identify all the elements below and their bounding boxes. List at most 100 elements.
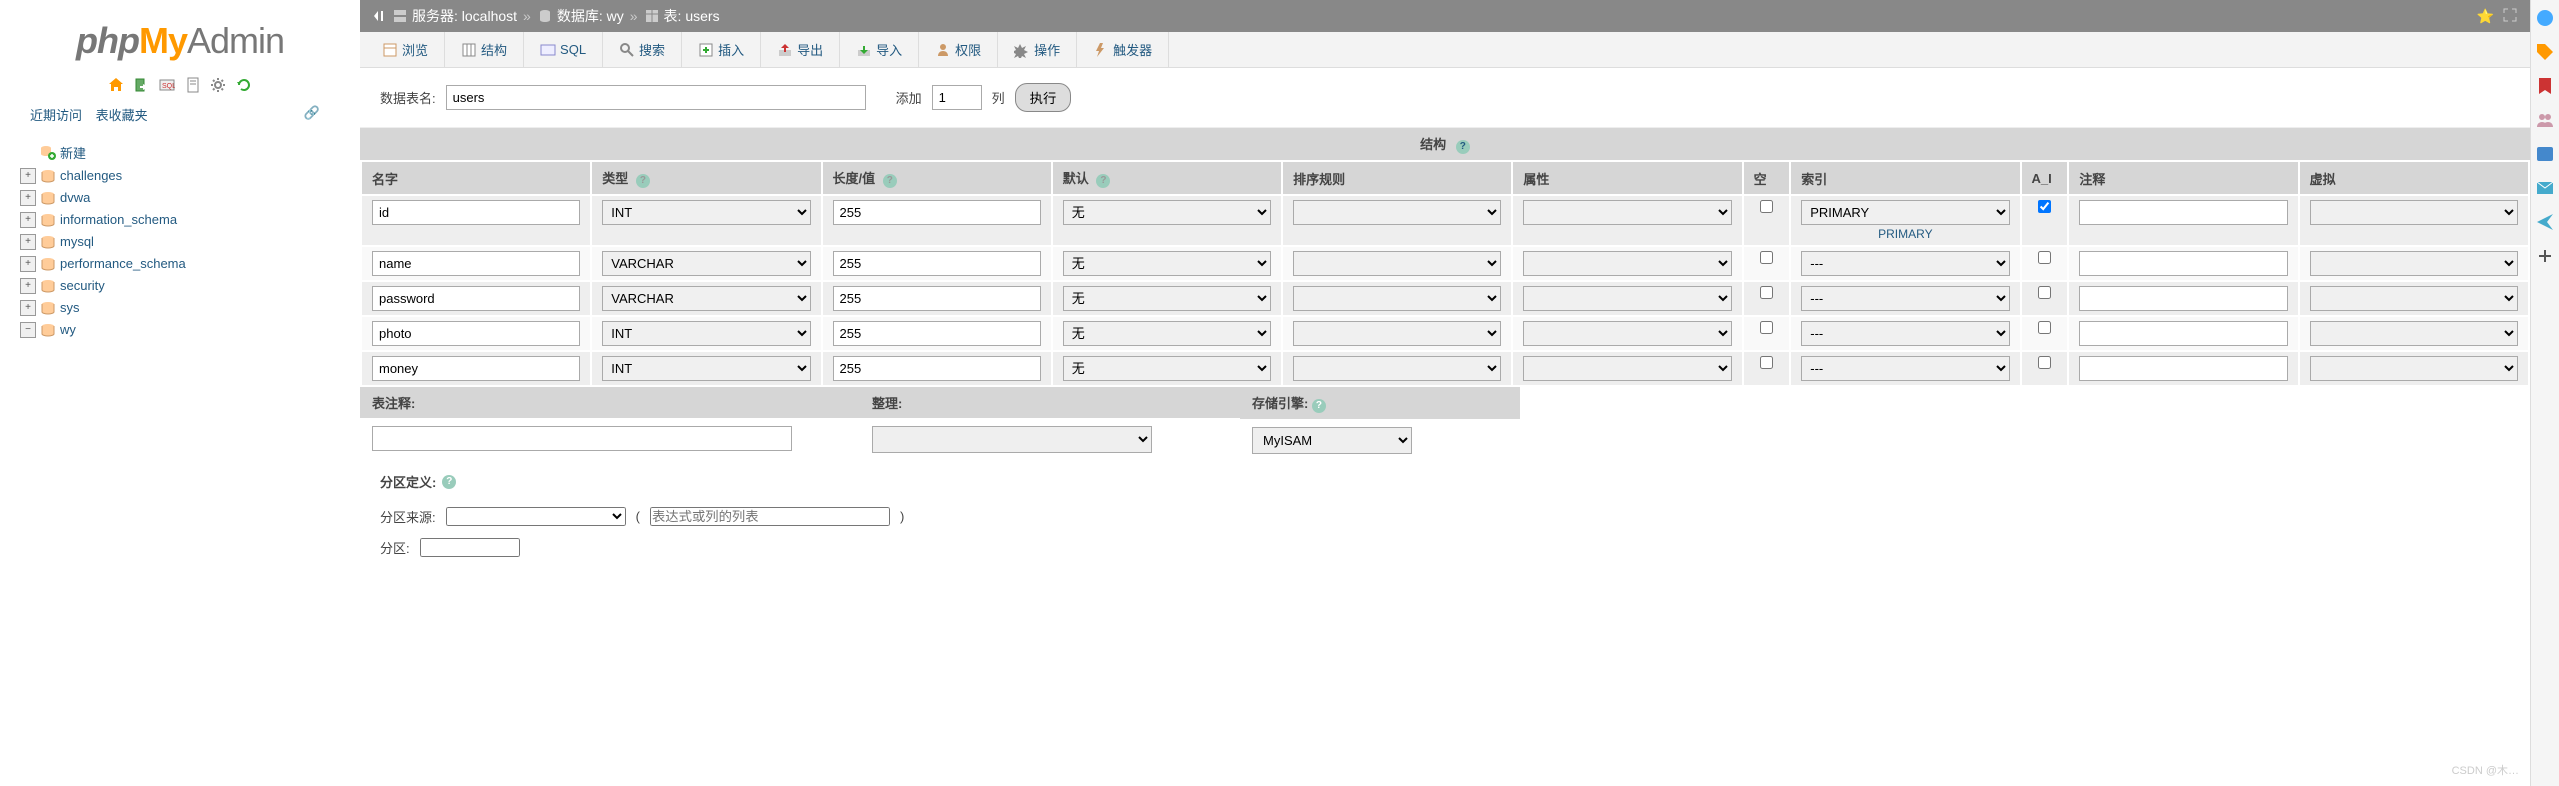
- col-length-input[interactable]: [833, 321, 1041, 346]
- col-virtual-select[interactable]: [2310, 321, 2518, 346]
- col-index-select[interactable]: ---: [1801, 321, 2009, 346]
- tree-db-sys[interactable]: +sys: [20, 297, 340, 319]
- tree-db-dvwa[interactable]: +dvwa: [20, 187, 340, 209]
- sidebar-resize-handle[interactable]: [357, 0, 363, 786]
- execute-button[interactable]: 执行: [1015, 83, 1072, 112]
- tab-privileges[interactable]: 权限: [919, 32, 998, 67]
- help-icon[interactable]: ?: [883, 174, 897, 188]
- col-type-select[interactable]: INT: [602, 200, 810, 225]
- collapse-panel-icon[interactable]: [372, 8, 388, 24]
- col-default-select[interactable]: 无: [1063, 286, 1271, 311]
- collation-select[interactable]: [872, 426, 1152, 453]
- table-name-input[interactable]: [446, 85, 866, 110]
- expand-icon[interactable]: +: [20, 234, 36, 250]
- col-attributes-select[interactable]: [1523, 286, 1731, 311]
- col-comment-input[interactable]: [2079, 356, 2287, 381]
- col-index-select[interactable]: ---: [1801, 251, 2009, 276]
- tag-icon[interactable]: [2535, 42, 2555, 62]
- tree-db-information-schema[interactable]: +information_schema: [20, 209, 340, 231]
- tree-new[interactable]: + 新建: [20, 140, 340, 165]
- add-icon[interactable]: [2535, 246, 2555, 266]
- col-comment-input[interactable]: [2079, 286, 2287, 311]
- mail-icon[interactable]: [2535, 178, 2555, 198]
- bookmark-icon[interactable]: [2535, 76, 2555, 96]
- expand-icon[interactable]: +: [20, 256, 36, 272]
- tab-insert[interactable]: 插入: [682, 32, 761, 67]
- col-collation-select[interactable]: [1293, 286, 1501, 311]
- col-ai-checkbox[interactable]: [2038, 321, 2051, 334]
- col-ai-checkbox[interactable]: [2038, 286, 2051, 299]
- recent-link[interactable]: 近期访问: [30, 108, 82, 123]
- people-icon[interactable]: [2535, 110, 2555, 130]
- col-null-checkbox[interactable]: [1760, 251, 1773, 264]
- favorites-link[interactable]: 表收藏夹: [96, 108, 148, 123]
- col-index-select[interactable]: ---: [1801, 356, 2009, 381]
- col-type-select[interactable]: VARCHAR: [602, 251, 810, 276]
- col-comment-input[interactable]: [2079, 200, 2287, 225]
- col-length-input[interactable]: [833, 356, 1041, 381]
- col-length-input[interactable]: [833, 286, 1041, 311]
- col-null-checkbox[interactable]: [1760, 286, 1773, 299]
- col-name-input[interactable]: [372, 356, 580, 381]
- col-null-checkbox[interactable]: [1760, 356, 1773, 369]
- col-attributes-select[interactable]: [1523, 251, 1731, 276]
- col-collation-select[interactable]: [1293, 321, 1501, 346]
- help-icon[interactable]: ?: [1312, 399, 1326, 413]
- tab-operations[interactable]: 操作: [998, 32, 1077, 67]
- table-comment-input[interactable]: [372, 426, 792, 451]
- tab-browse[interactable]: 浏览: [366, 32, 445, 67]
- expand-icon[interactable]: +: [20, 190, 36, 206]
- doc-icon[interactable]: [185, 77, 201, 93]
- col-name-input[interactable]: [372, 251, 580, 276]
- col-index-select[interactable]: ---: [1801, 286, 2009, 311]
- breadcrumb-table[interactable]: 表: users: [664, 6, 720, 26]
- col-comment-input[interactable]: [2079, 251, 2287, 276]
- exit-icon[interactable]: [134, 77, 150, 93]
- col-default-select[interactable]: 无: [1063, 200, 1271, 225]
- col-name-input[interactable]: [372, 286, 580, 311]
- collapse-icon[interactable]: −: [20, 322, 36, 338]
- col-collation-select[interactable]: [1293, 356, 1501, 381]
- help-icon[interactable]: ?: [1456, 140, 1470, 154]
- help-icon[interactable]: ?: [442, 475, 456, 489]
- tab-sql[interactable]: SQL: [524, 32, 603, 67]
- col-collation-select[interactable]: [1293, 200, 1501, 225]
- tab-export[interactable]: 导出: [761, 32, 840, 67]
- partition-expr-input[interactable]: [650, 507, 890, 526]
- expand-icon[interactable]: +: [20, 300, 36, 316]
- help-icon[interactable]: ?: [636, 174, 650, 188]
- col-null-checkbox[interactable]: [1760, 321, 1773, 334]
- col-comment-input[interactable]: [2079, 321, 2287, 346]
- tree-db-security[interactable]: +security: [20, 275, 340, 297]
- col-attributes-select[interactable]: [1523, 356, 1731, 381]
- col-length-input[interactable]: [833, 200, 1041, 225]
- col-ai-checkbox[interactable]: [2038, 200, 2051, 213]
- engine-select[interactable]: MyISAM: [1252, 427, 1412, 454]
- tab-import[interactable]: 导入: [840, 32, 919, 67]
- col-collation-select[interactable]: [1293, 251, 1501, 276]
- reload-icon[interactable]: [236, 77, 252, 93]
- home-icon[interactable]: [108, 77, 124, 93]
- tree-db-mysql[interactable]: +mysql: [20, 231, 340, 253]
- breadcrumb-db[interactable]: 数据库: wy: [557, 6, 624, 26]
- expand-icon[interactable]: +: [20, 212, 36, 228]
- partition-count-input[interactable]: [420, 538, 520, 557]
- col-attributes-select[interactable]: [1523, 200, 1731, 225]
- col-virtual-select[interactable]: [2310, 286, 2518, 311]
- tab-triggers[interactable]: 触发器: [1077, 32, 1169, 67]
- col-virtual-select[interactable]: [2310, 356, 2518, 381]
- tree-db-wy[interactable]: −wy: [20, 319, 340, 341]
- add-count-input[interactable]: [932, 85, 982, 110]
- col-type-select[interactable]: VARCHAR: [602, 286, 810, 311]
- tab-search[interactable]: 搜索: [603, 32, 682, 67]
- col-virtual-select[interactable]: [2310, 251, 2518, 276]
- help-icon[interactable]: ?: [1096, 174, 1110, 188]
- tree-db-challenges[interactable]: +challenges: [20, 165, 340, 187]
- col-default-select[interactable]: 无: [1063, 321, 1271, 346]
- sql-icon[interactable]: SQL: [159, 77, 175, 93]
- col-default-select[interactable]: 无: [1063, 356, 1271, 381]
- col-name-input[interactable]: [372, 321, 580, 346]
- palette-icon[interactable]: [2535, 8, 2555, 28]
- partition-source-select[interactable]: [446, 507, 626, 526]
- send-icon[interactable]: [2535, 212, 2555, 232]
